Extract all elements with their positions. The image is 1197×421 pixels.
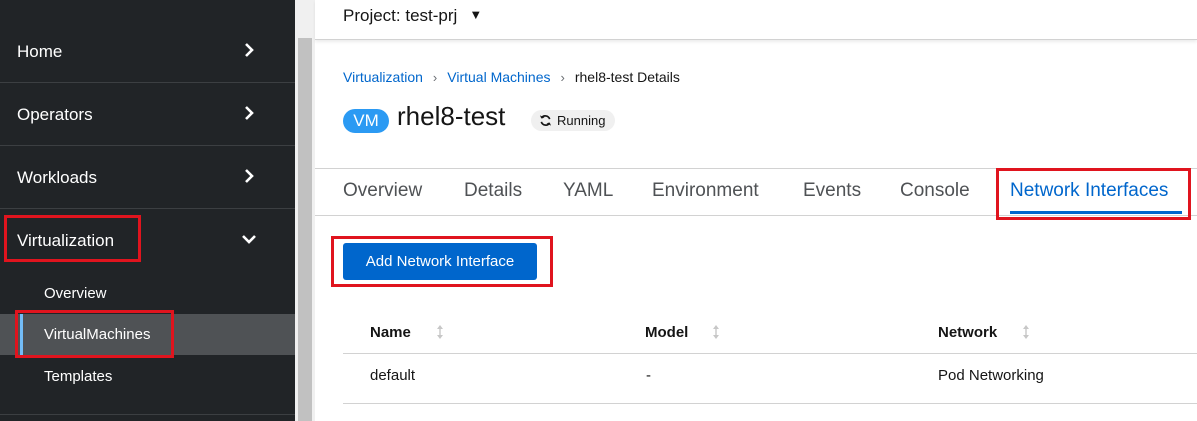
- breadcrumb-current: rhel8-test Details: [574, 69, 680, 85]
- active-tab-indicator: [1010, 211, 1182, 214]
- sidebar-item-label: VirtualMachines: [44, 326, 151, 343]
- nav-item-workloads[interactable]: Workloads: [0, 147, 295, 209]
- page-title: rhel8-test: [397, 101, 506, 131]
- chevron-down-icon: [242, 235, 256, 244]
- tab-yaml[interactable]: YAML: [563, 180, 613, 202]
- table-header-divider: [343, 353, 1197, 354]
- breadcrumb-link-virtualization[interactable]: Virtualization: [343, 69, 423, 85]
- sidebar-item-virtualmachines[interactable]: VirtualMachines: [0, 314, 295, 355]
- chevron-right-icon: ›: [432, 70, 438, 85]
- sidebar-item-overview[interactable]: Overview: [0, 273, 295, 314]
- sort-icon[interactable]: [1022, 324, 1030, 340]
- tab-network-interfaces[interactable]: Network Interfaces: [1010, 180, 1168, 202]
- project-selector-label: Project: test-prj: [343, 6, 458, 25]
- sync-icon: [539, 115, 552, 126]
- sort-icon[interactable]: [436, 324, 444, 340]
- nav-item-label: Operators: [17, 105, 93, 124]
- breadcrumb: Virtualization › Virtual Machines › rhel8-te…: [343, 69, 680, 85]
- caret-down-icon: ▼: [469, 7, 483, 22]
- nav-item-label: Virtualization: [17, 231, 115, 250]
- status-badge: Running: [531, 110, 616, 131]
- table-cell-model: -: [646, 367, 651, 384]
- sidebar-divider: [0, 414, 295, 415]
- chevron-right-icon: [245, 106, 254, 120]
- tab-overview[interactable]: Overview: [343, 180, 422, 202]
- sort-icon[interactable]: [712, 324, 720, 340]
- vm-resource-badge: VM: [343, 109, 389, 133]
- tab-console[interactable]: Console: [900, 180, 970, 202]
- nav-item-virtualization[interactable]: Virtualization: [0, 210, 295, 272]
- table-row-divider: [343, 403, 1197, 404]
- masthead: Project: test-prj ▼: [315, 0, 1197, 40]
- nav-item-home[interactable]: Home: [0, 21, 295, 83]
- sidebar-item-templates[interactable]: Templates: [0, 356, 295, 397]
- table-cell-name: default: [370, 367, 416, 384]
- tab-details[interactable]: Details: [464, 180, 522, 202]
- sidebar-item-label: Templates: [44, 368, 113, 385]
- project-selector[interactable]: Project: test-prj ▼: [343, 6, 482, 26]
- status-text: Running: [557, 113, 606, 128]
- column-header-model[interactable]: Model: [645, 324, 688, 341]
- sidebar: Home Operators Workloads Virtualization …: [0, 0, 295, 421]
- tab-environment[interactable]: Environment: [652, 180, 759, 202]
- sidebar-item-label: Overview: [44, 285, 107, 302]
- chevron-right-icon: [245, 43, 254, 57]
- table-cell-network: Pod Networking: [938, 367, 1044, 384]
- nav-item-operators[interactable]: Operators: [0, 84, 295, 146]
- nav-item-label: Home: [17, 42, 63, 61]
- scrollbar-thumb[interactable]: [298, 38, 312, 421]
- add-network-interface-button[interactable]: Add Network Interface: [343, 243, 537, 280]
- column-header-network[interactable]: Network: [938, 324, 997, 341]
- chevron-right-icon: [245, 169, 254, 183]
- nav-item-label: Workloads: [17, 168, 97, 187]
- breadcrumb-link-virtual-machines[interactable]: Virtual Machines: [447, 69, 550, 85]
- chevron-right-icon: ›: [560, 70, 565, 85]
- tab-events[interactable]: Events: [803, 180, 861, 202]
- column-header-name[interactable]: Name: [370, 324, 411, 341]
